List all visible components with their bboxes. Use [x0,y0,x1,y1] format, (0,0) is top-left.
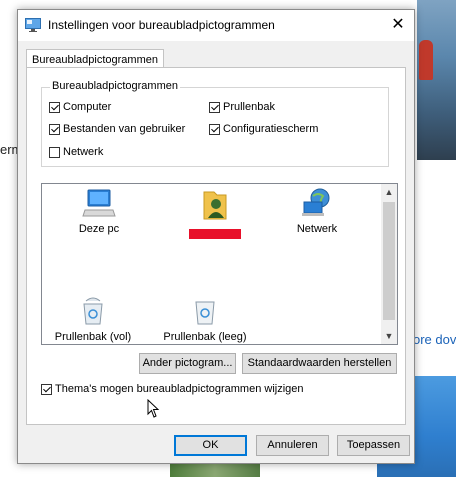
list-item-label: Prullenbak (vol) [54,331,132,343]
restore-default-button[interactable]: Standaardwaarden herstellen [242,353,397,374]
list-item-recycle-bin-full[interactable]: Prullenbak (vol) [48,296,138,343]
group-label: Bureaubladpictogrammen [50,80,180,92]
vertical-scrollbar[interactable]: ▲ ▼ [381,184,397,344]
checkbox-label: Netwerk [63,146,104,158]
dialog-title: Instellingen voor bureaubladpictogrammen [48,18,275,32]
scroll-down-arrow-icon[interactable]: ▼ [381,328,397,344]
redacted-label [189,229,241,239]
checkbox-recycle-bin[interactable]: Prullenbak [209,101,275,113]
checkbox-allow-themes[interactable]: Thema's mogen bureaubladpictogrammen wij… [41,383,304,395]
list-item-label: Prullenbak (leeg) [163,331,247,343]
background-wallpaper-preview [417,0,456,160]
recycle-bin-full-icon [83,297,103,325]
network-icon [302,188,330,216]
change-icon-button[interactable]: Ander pictogram... [139,353,236,374]
desktop-settings-icon [25,18,41,32]
background-link-fragment[interactable]: ore dov [413,332,456,347]
checkbox-label: Prullenbak [223,101,275,113]
list-item-recycle-bin-empty[interactable]: Prullenbak (leeg) [160,296,250,343]
checkbox-box[interactable] [209,123,220,135]
desktop-icon-settings-dialog: Instellingen voor bureaubladpictogrammen… [17,9,415,464]
checkbox-box[interactable] [49,123,60,135]
checkbox-box[interactable] [41,383,52,395]
checkbox-computer[interactable]: Computer [49,101,111,113]
user-folder-icon [203,191,227,220]
checkbox-box[interactable] [209,101,220,113]
checkbox-label: Bestanden van gebruiker [63,123,186,135]
icon-list[interactable]: Deze pc Netwerk Prullenbak (vol) Prullen… [41,183,398,345]
checkbox-user-files[interactable]: Bestanden van gebruiker [49,123,185,135]
checkbox-label: Computer [63,101,112,113]
tab-panel: Bureaubladpictogrammen Computer Prullenb… [26,67,406,425]
checkbox-label: Thema's mogen bureaubladpictogrammen wij… [55,383,304,395]
list-item-this-pc[interactable]: Deze pc [54,188,144,235]
apply-button[interactable]: Toepassen [337,435,410,456]
desktop-icons-group: Bureaubladpictogrammen Computer Prullenb… [41,80,389,167]
mouse-cursor-icon [147,399,160,418]
checkbox-box[interactable] [49,101,60,113]
cancel-button[interactable]: Annuleren [256,435,329,456]
list-item-user-files[interactable] [170,188,260,239]
checkbox-network[interactable]: Netwerk [49,146,103,158]
close-button[interactable]: ✕ [382,10,414,41]
background-image-tile [170,462,260,477]
list-item-label: Deze pc [78,223,120,235]
list-item-network[interactable]: Netwerk [272,188,362,235]
ok-button[interactable]: OK [174,435,247,456]
list-item-label: Netwerk [296,223,338,235]
checkbox-box[interactable] [49,146,60,158]
computer-icon [82,189,116,217]
scroll-thumb[interactable] [383,202,395,320]
recycle-bin-empty-icon [195,301,215,325]
title-bar[interactable]: Instellingen voor bureaubladpictogrammen… [18,10,414,41]
scroll-up-arrow-icon[interactable]: ▲ [381,184,397,200]
checkbox-control-panel[interactable]: Configuratiescherm [209,123,318,135]
checkbox-label: Configuratiescherm [223,123,319,135]
